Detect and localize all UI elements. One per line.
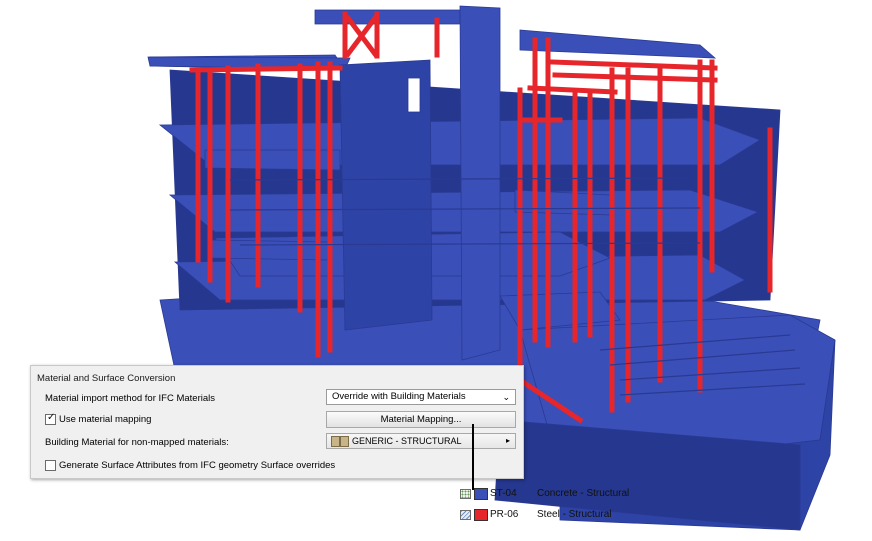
material-mapping-button[interactable]: Material Mapping... (326, 411, 516, 428)
import-method-select[interactable]: Override with Building Materials ⌄ (326, 389, 516, 405)
panel-title: Material and Surface Conversion (37, 373, 176, 384)
steel-hatch-icon (460, 510, 471, 520)
legend-code: PR-06 (490, 509, 519, 520)
legend-row-concrete: ST-04 Concrete - Structural (460, 488, 660, 502)
material-swatch-icon (331, 436, 340, 447)
legend-row-steel: PR-06 Steel - Structural (460, 509, 660, 523)
import-method-value: Override with Building Materials (332, 391, 466, 402)
concrete-color-swatch (474, 488, 488, 500)
core-wall-right (459, 5, 501, 361)
surface-attr-checkbox[interactable] (45, 460, 56, 471)
use-mapping-label[interactable]: Use material mapping (59, 414, 151, 425)
checkmark-icon: ✓ (47, 412, 56, 423)
concrete-hatch-icon (460, 489, 471, 499)
legend-name: Steel - Structural (537, 509, 612, 520)
core-wall-opening (407, 77, 421, 113)
legend-name: Concrete - Structural (537, 488, 630, 499)
non-mapped-value: GENERIC - STRUCTURAL (352, 436, 462, 446)
use-mapping-checkbox[interactable]: ✓ (45, 412, 56, 425)
triangle-right-icon: ▸ (505, 436, 510, 445)
surface-attr-label[interactable]: Generate Surface Attributes from IFC geo… (59, 460, 335, 471)
steel-color-swatch (474, 509, 488, 521)
non-mapped-label: Building Material for non-mapped materia… (45, 437, 229, 448)
legend-code: ST-04 (490, 488, 517, 499)
import-method-label: Material import method for IFC Materials (45, 393, 215, 404)
material-swatch-icon (340, 436, 349, 447)
chevron-down-icon: ⌄ (502, 392, 510, 402)
non-mapped-material-popup[interactable]: GENERIC - STRUCTURAL ▸ (326, 433, 516, 449)
